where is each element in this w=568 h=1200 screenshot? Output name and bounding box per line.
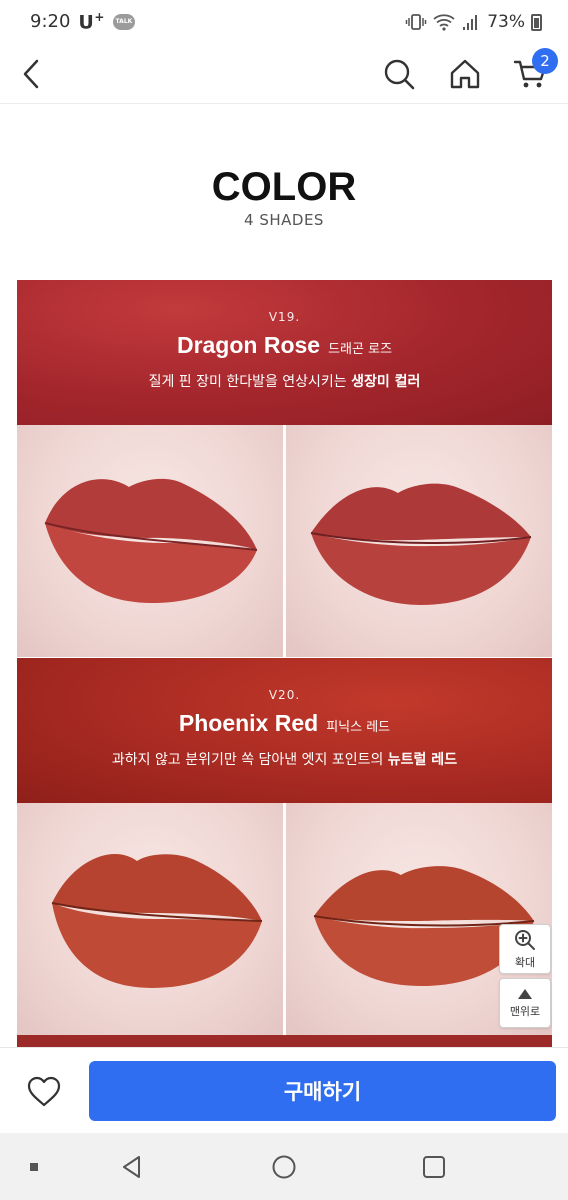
battery-percent: 73% (487, 12, 525, 32)
zoom-button[interactable]: 확대 (499, 924, 551, 974)
shade-name-korean: 피닉스 레드 (326, 720, 391, 735)
shade-name: Phoenix Red (178, 710, 319, 736)
status-time: 9:20 (30, 11, 71, 33)
color-heading: COLOR (211, 165, 357, 209)
zoom-label: 확대 (514, 955, 536, 969)
cart-count-badge: 2 (532, 48, 558, 74)
home-icon (450, 59, 480, 89)
nav-back-button[interactable] (116, 1151, 148, 1183)
battery-icon (531, 13, 542, 31)
purchase-bar: 구매하기 (0, 1047, 568, 1133)
status-left: 9:20 U+ TALK (30, 10, 135, 34)
shade-description: 과하지 않고 분위기만 쏙 담아낸 엣지 포인트의 뉴트럴 레드 (17, 749, 552, 769)
back-arrow-icon (23, 59, 39, 89)
lip-swatch-photo (286, 425, 552, 657)
heart-icon (27, 1076, 61, 1107)
scroll-top-button[interactable]: 맨위로 (499, 978, 551, 1028)
nav-recents-button[interactable] (418, 1151, 450, 1183)
shade-banner-dragon-rose: V19. Dragon Rose 드래곤 로즈 질게 핀 장미 한다발을 연상시… (17, 280, 552, 425)
carrier-plus: + (94, 10, 105, 25)
shade-name: Dragon Rose (176, 332, 321, 358)
shade-description: 질게 핀 장미 한다발을 연상시키는 생장미 컬러 (17, 371, 552, 391)
lip-image-left (44, 478, 258, 603)
vibrate-icon (405, 14, 427, 30)
carrier-label: U+ (78, 10, 105, 33)
nav-home-icon (272, 1155, 296, 1179)
product-detail-content: COLOR 4 SHADES V19. Dragon Rose 드래곤 로즈 질… (0, 105, 568, 1047)
lip-image-left (51, 854, 263, 988)
up-triangle-icon (518, 988, 532, 999)
zoom-in-icon (515, 929, 535, 950)
cart-button[interactable]: 2 (508, 48, 558, 96)
signal-icon (463, 15, 478, 30)
small-square-icon (30, 1163, 38, 1171)
shade-name-line: Dragon Rose 드래곤 로즈 (17, 332, 552, 359)
screen: 9:20 U+ TALK 73% 2 COLOR 4 SHADES V19. D… (0, 0, 568, 1200)
lip-swatch-photo (17, 803, 283, 1035)
shade-code: V20. (268, 688, 301, 702)
shade-desc-highlight: 뉴트럴 레드 (387, 752, 458, 768)
shade-desc-text: 과하지 않고 분위기만 쏙 담아낸 엣지 포인트의 (111, 752, 388, 768)
shade-count: 4 SHADES (244, 211, 324, 229)
shade-name-korean: 드래곤 로즈 (328, 342, 393, 357)
wifi-icon (433, 14, 455, 31)
nav-home-button[interactable] (268, 1151, 300, 1183)
status-bar: 9:20 U+ TALK 73% (0, 0, 568, 44)
carrier-name: U (78, 11, 95, 34)
shade-banner-phoenix-red: V20. Phoenix Red 피닉스 레드 과하지 않고 분위기만 쏙 담아… (17, 658, 552, 803)
shade-desc-text: 질게 핀 장미 한다발을 연상시키는 (148, 374, 352, 390)
buy-button[interactable]: 구매하기 (89, 1061, 556, 1121)
shade-name-line: Phoenix Red 피닉스 레드 (17, 710, 552, 737)
shade-banner-next (17, 1035, 552, 1047)
lip-image-right (310, 483, 532, 605)
search-button[interactable] (377, 52, 421, 96)
nav-menu-button[interactable] (18, 1151, 50, 1183)
scroll-top-label: 맨위로 (509, 1004, 541, 1018)
nav-back-icon (123, 1156, 140, 1178)
talk-notification-icon: TALK (112, 13, 135, 30)
shade-desc-highlight: 생장미 컬러 (351, 374, 421, 390)
system-nav-bar (0, 1133, 568, 1200)
back-button[interactable] (10, 52, 54, 96)
status-right: 73% (405, 12, 542, 32)
home-button[interactable] (443, 52, 487, 96)
lip-swatch-photo (17, 425, 283, 657)
wishlist-button[interactable] (22, 1070, 66, 1114)
search-icon (384, 59, 415, 90)
app-header: 2 (0, 44, 568, 104)
shade-code: V19. (268, 310, 301, 324)
nav-recents-icon (423, 1156, 445, 1178)
